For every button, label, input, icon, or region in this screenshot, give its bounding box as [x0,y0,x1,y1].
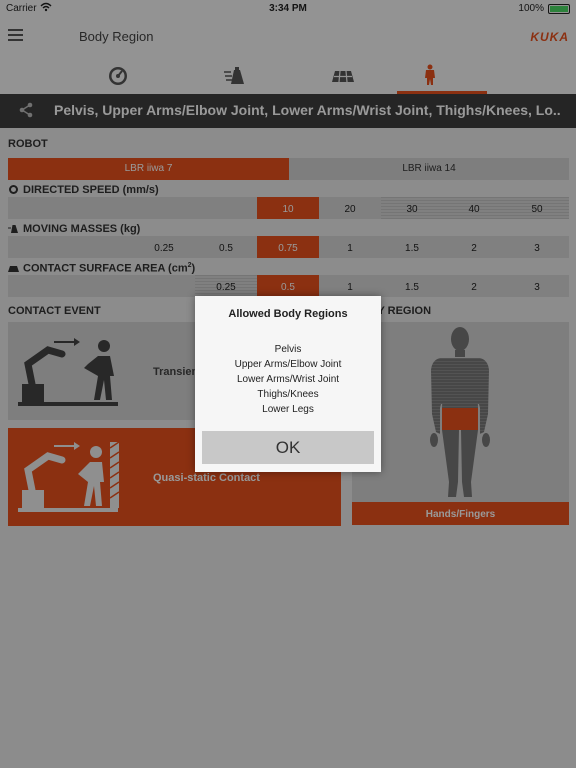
allowed-region-item: Pelvis [274,344,302,355]
allowed-body-regions-dialog: Allowed Body Regions Pelvis Upper Arms/E… [195,296,381,472]
allowed-region-item: Lower Legs [262,404,314,415]
ok-button[interactable]: OK [202,431,374,464]
allowed-regions-list: Pelvis Upper Arms/Elbow Joint Lower Arms… [195,342,381,417]
allowed-region-item: Upper Arms/Elbow Joint [234,359,342,370]
allowed-region-item: Lower Arms/Wrist Joint [236,374,340,385]
dialog-title: Allowed Body Regions [228,308,348,320]
allowed-region-item: Thighs/Knees [257,389,319,400]
